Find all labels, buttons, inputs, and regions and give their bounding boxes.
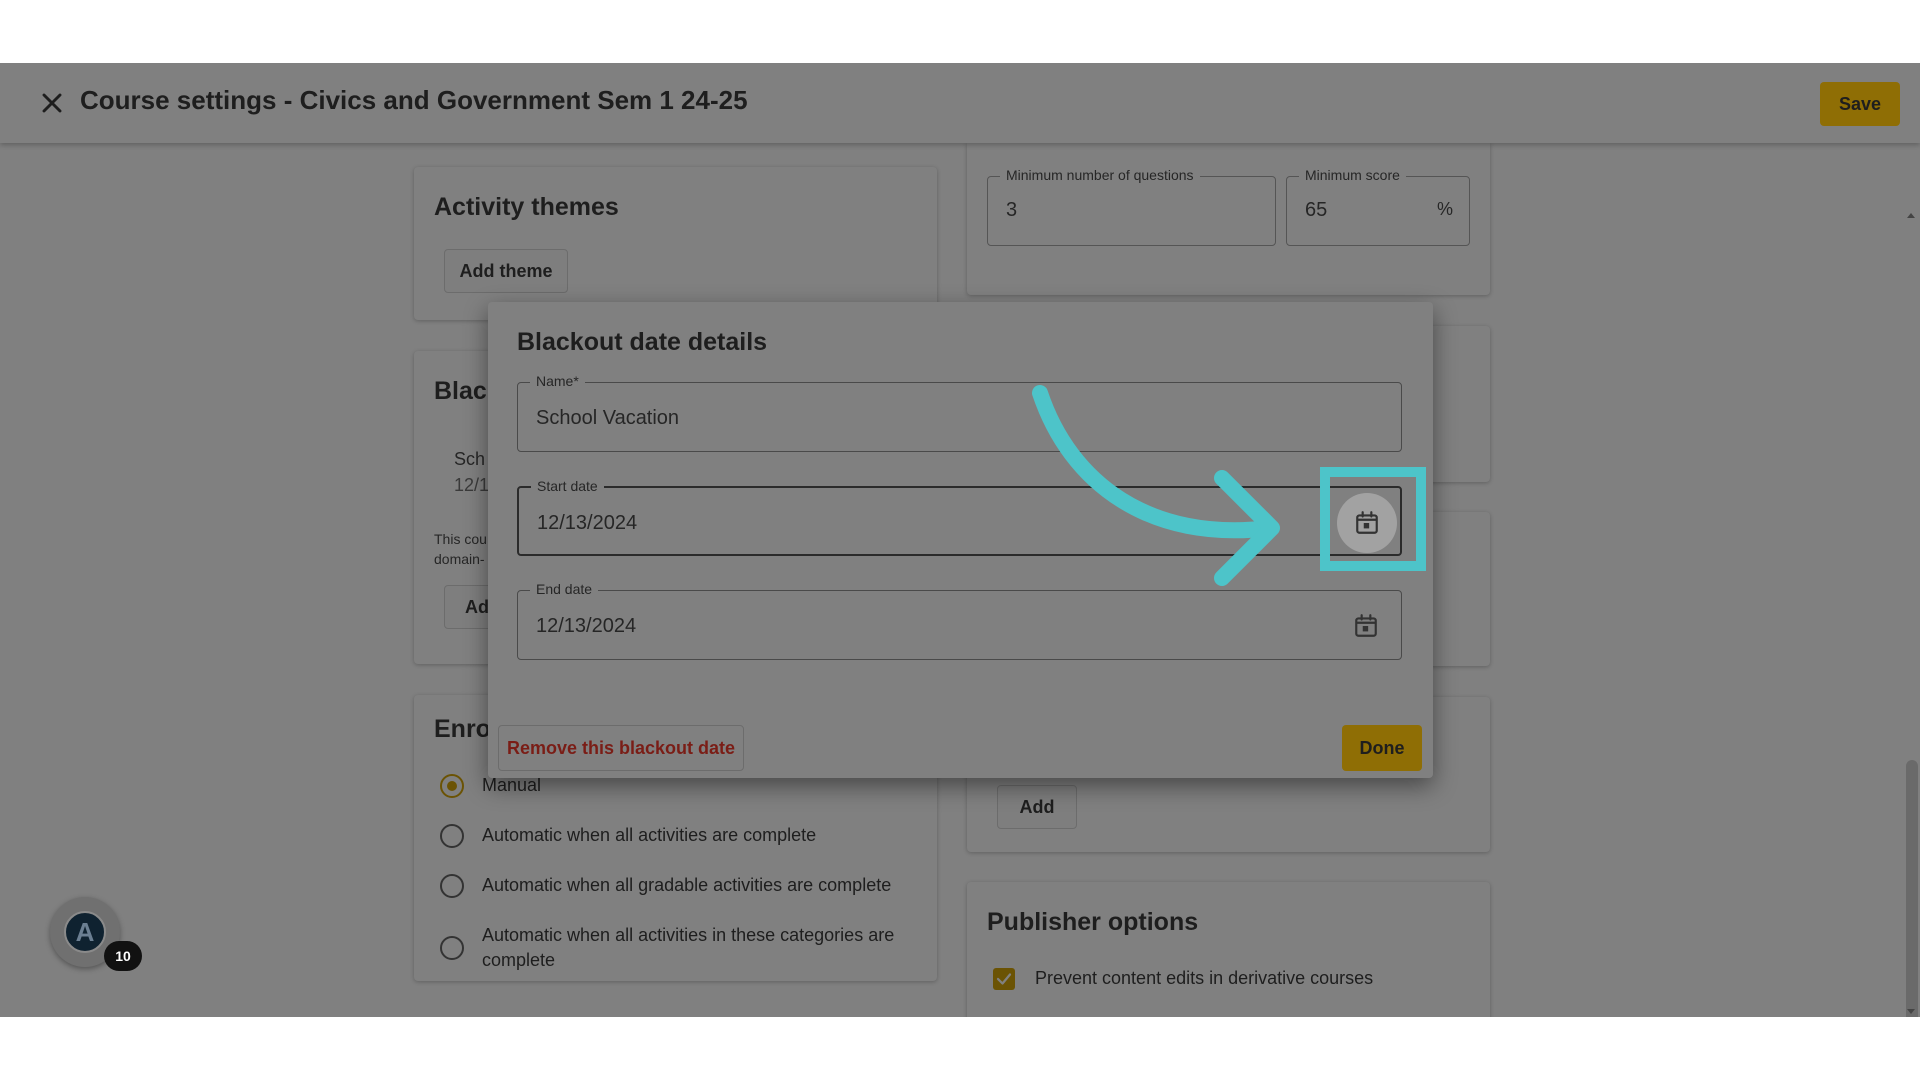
remove-blackout-button[interactable]: Remove this blackout date — [498, 725, 744, 771]
dialog-title: Blackout date details — [517, 328, 768, 356]
enroll-option-label: Automatic when all activities are comple… — [482, 825, 817, 845]
enroll-option-all-activities[interactable]: Automatic when all activities are comple… — [440, 823, 816, 848]
enroll-option-label: Automatic when all activities in these c… — [482, 925, 895, 970]
blackout-item-name[interactable]: Sch — [454, 449, 485, 470]
radio-unchecked[interactable] — [440, 936, 464, 960]
activity-themes-card: Activity themes Add theme — [414, 167, 937, 320]
logo-icon: A — [64, 911, 106, 953]
scroll-thumb[interactable] — [1906, 760, 1918, 1017]
min-questions-label: Minimum number of questions — [1000, 167, 1200, 183]
blackout-note-line1: This cou — [434, 531, 487, 547]
radio-checked[interactable] — [440, 773, 464, 798]
min-score-label: Minimum score — [1299, 167, 1406, 183]
add-theme-button[interactable]: Add theme — [444, 249, 568, 293]
close-icon[interactable] — [36, 87, 68, 119]
radio-unchecked[interactable] — [440, 873, 464, 898]
notification-badge: 10 — [104, 941, 142, 971]
app-header: Course settings - Civics and Government … — [0, 63, 1920, 143]
activity-themes-title: Activity themes — [434, 193, 619, 221]
done-button[interactable]: Done — [1342, 725, 1422, 771]
publisher-options-title: Publisher options — [987, 908, 1199, 936]
assistant-launcher[interactable]: A 10 — [50, 897, 142, 971]
calendar-icon[interactable] — [1353, 613, 1379, 639]
mastery-card: Minimum number of questions 3 Minimum sc… — [967, 143, 1490, 295]
min-questions-value: 3 — [1006, 199, 1018, 221]
annotation-arrow-icon — [1032, 385, 1280, 586]
check-icon — [996, 972, 1012, 985]
min-score-field[interactable]: Minimum score 65 % — [1286, 167, 1470, 246]
save-button[interactable]: Save — [1820, 82, 1900, 126]
enroll-option-label: Automatic when all gradable activities a… — [482, 875, 892, 895]
min-score-unit: % — [1437, 199, 1454, 219]
name-label: Name* — [530, 373, 585, 389]
min-score-value: 65 — [1305, 199, 1328, 221]
prevent-edits-option[interactable]: Prevent content edits in derivative cour… — [993, 966, 1373, 991]
name-input[interactable]: School Vacation — [536, 407, 679, 430]
prevent-edits-label: Prevent content edits in derivative cour… — [1035, 968, 1374, 988]
blackout-dates-title: Blac — [434, 377, 487, 405]
blackout-note-line2: domain- — [434, 551, 485, 567]
end-date-label: End date — [530, 581, 599, 597]
enroll-option-gradable[interactable]: Automatic when all gradable activities a… — [440, 873, 891, 898]
publisher-options-card: Publisher options Prevent content edits … — [967, 882, 1490, 1017]
start-date-input[interactable]: 12/13/2024 — [537, 512, 637, 535]
blackout-item-date: 12/1 — [454, 475, 490, 495]
end-date-input[interactable]: 12/13/2024 — [536, 615, 636, 638]
min-questions-field[interactable]: Minimum number of questions 3 — [987, 167, 1276, 246]
page-scrollbar[interactable] — [1904, 143, 1920, 1017]
enroll-option-categories[interactable]: Automatic when all activities in these c… — [440, 923, 902, 973]
prevent-edits-checkbox[interactable] — [993, 967, 1015, 990]
page-title: Course settings - Civics and Government … — [80, 85, 748, 115]
scroll-down-arrow[interactable] — [1907, 1009, 1915, 1014]
start-date-label: Start date — [531, 478, 604, 494]
app-viewport: Course settings - Civics and Government … — [0, 63, 1920, 1017]
scroll-up-arrow[interactable] — [1907, 213, 1915, 218]
radio-unchecked[interactable] — [440, 823, 464, 848]
add-button[interactable]: Add — [997, 785, 1077, 829]
annotation-highlight-box — [1320, 467, 1426, 571]
